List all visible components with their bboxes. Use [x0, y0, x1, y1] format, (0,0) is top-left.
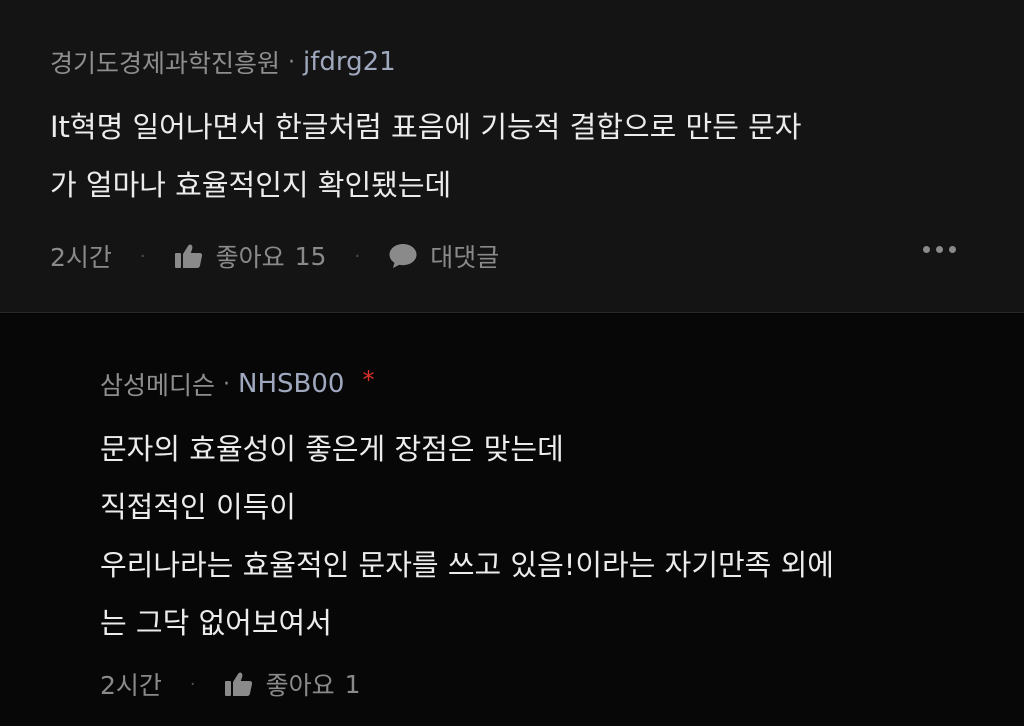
author-marker: *	[362, 366, 375, 394]
action-separator: ·	[139, 245, 146, 267]
comment-reply: 삼성메디슨 · NHSB00 * 문자의 효율성이 좋은게 장점은 맞는데 직접…	[0, 314, 1024, 726]
comment-line: 직접적인 이득이	[100, 490, 296, 524]
author-nickname[interactable]: jfdrg21	[303, 47, 396, 77]
like-label: 좋아요	[215, 243, 285, 272]
more-dots-icon	[936, 246, 943, 253]
more-dots-icon	[923, 246, 930, 253]
thumbs-up-icon	[224, 671, 254, 697]
comment-actions: 2시간 · 좋아요 1	[100, 666, 361, 702]
more-dots-icon	[949, 246, 956, 253]
header-separator: ·	[288, 49, 296, 75]
comment-main: 경기도경제과학진흥원 · jfdrg21 It혁명 일어나면서 한글처럼 표음에…	[0, 0, 1024, 313]
action-separator: ·	[354, 245, 361, 267]
comment-line: 문자의 효율성이 좋은게 장점은 맞는데	[100, 432, 564, 466]
author-company: 삼성메디슨	[100, 371, 216, 400]
comment-line: 는 그닥 없어보여서	[100, 606, 332, 640]
speech-bubble-icon	[388, 243, 418, 269]
like-count: 1	[344, 669, 361, 699]
comment-header: 경기도경제과학진흥원 · jfdrg21	[50, 44, 396, 80]
reply-label: 대댓글	[430, 243, 500, 272]
comment-header: 삼성메디슨 · NHSB00 *	[100, 366, 374, 402]
comment-time: 2시간	[50, 243, 112, 272]
comment-line: 가 얼마나 효율적인지 확인됐는데	[50, 168, 452, 202]
comment-body: 문자의 효율성이 좋은게 장점은 맞는데 직접적인 이득이 우리나라는 효율적인…	[100, 420, 834, 652]
comment-line: 우리나라는 효율적인 문자를 쓰고 있음!이라는 자기만족 외에	[100, 548, 834, 582]
thumbs-up-icon	[174, 243, 204, 269]
more-options-button[interactable]	[917, 246, 956, 253]
like-button[interactable]: 좋아요 1	[224, 666, 361, 702]
like-count: 15	[294, 241, 327, 271]
comment-actions: 2시간 · 좋아요 15 · 대댓글	[50, 238, 499, 274]
like-label: 좋아요	[265, 671, 335, 700]
comment-body: It혁명 일어나면서 한글처럼 표음에 기능적 결합으로 만든 문자 가 얼마나…	[50, 98, 801, 214]
like-button[interactable]: 좋아요 15	[174, 238, 327, 274]
author-nickname[interactable]: NHSB00	[238, 369, 344, 399]
comment-time: 2시간	[100, 671, 162, 700]
author-company: 경기도경제과학진흥원	[50, 49, 281, 78]
header-separator: ·	[223, 371, 231, 397]
action-separator: ·	[189, 673, 196, 695]
reply-button[interactable]: 대댓글	[388, 238, 499, 274]
comment-line: It혁명 일어나면서 한글처럼 표음에 기능적 결합으로 만든 문자	[50, 110, 802, 144]
